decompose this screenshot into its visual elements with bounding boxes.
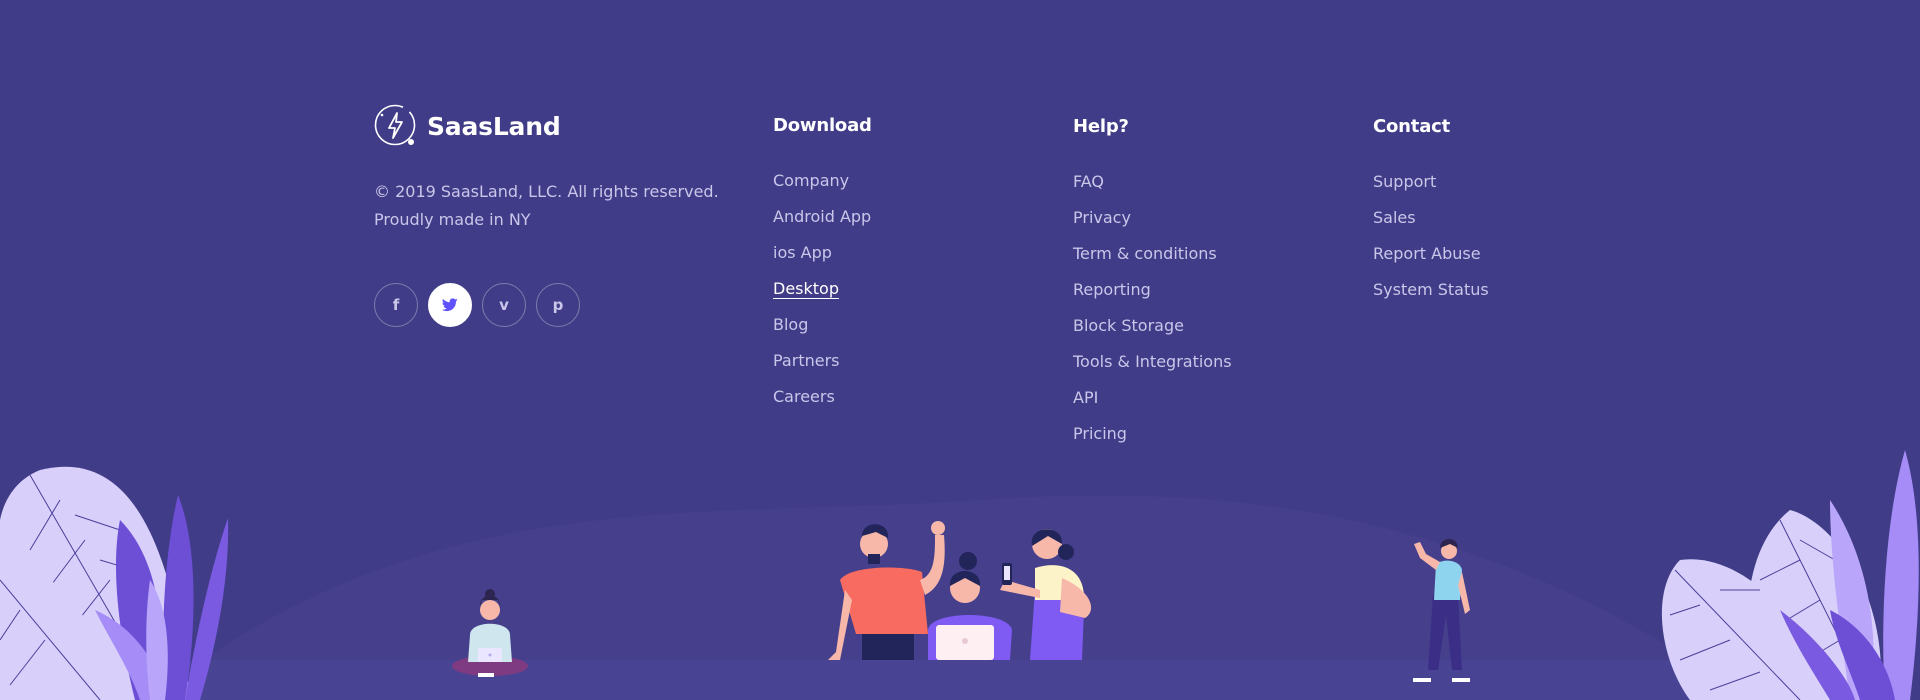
link-text[interactable]: ios App <box>773 243 832 262</box>
vimeo-icon: v <box>499 296 509 314</box>
link-text[interactable]: API <box>1073 388 1098 407</box>
twitter-button[interactable] <box>428 283 472 327</box>
link-text[interactable]: Company <box>773 171 849 190</box>
contact-link-support[interactable]: Support <box>1373 170 1489 206</box>
tagline-text: Proudly made in NY <box>374 210 531 229</box>
facebook-button[interactable]: f <box>374 283 418 327</box>
link-text[interactable]: Reporting <box>1073 280 1151 299</box>
contact-links: Support Sales Report Abuse System Status <box>1373 170 1489 314</box>
download-link-partners[interactable]: Partners <box>773 349 872 385</box>
copyright-block: © 2019 SaasLand, LLC. All rights reserve… <box>374 178 719 234</box>
link-text[interactable]: Careers <box>773 387 835 406</box>
download-link-company[interactable]: Company <box>773 169 872 205</box>
brand-name: SaasLand <box>427 111 561 141</box>
help-column: Help? FAQ Privacy Term & conditions Repo… <box>1073 116 1232 458</box>
right-plant-illustration <box>1661 450 1919 700</box>
pinterest-button[interactable]: p <box>536 283 580 327</box>
help-link-faq[interactable]: FAQ <box>1073 170 1232 206</box>
contact-column: Contact Support Sales Report Abuse Syste… <box>1373 116 1489 314</box>
download-link-ios-app[interactable]: ios App <box>773 241 872 277</box>
help-link-privacy[interactable]: Privacy <box>1073 206 1232 242</box>
download-links: Company Android App ios App Desktop Blog… <box>773 169 872 421</box>
help-link-tools-integrations[interactable]: Tools & Integrations <box>1073 350 1232 386</box>
footer: SaasLand © 2019 SaasLand, LLC. All right… <box>0 0 1920 700</box>
link-text[interactable]: Tools & Integrations <box>1073 352 1232 371</box>
twitter-icon <box>442 298 458 312</box>
link-text[interactable]: Report Abuse <box>1373 244 1481 263</box>
link-text[interactable]: Android App <box>773 207 871 226</box>
download-link-desktop[interactable]: Desktop <box>773 277 872 313</box>
link-text[interactable]: Term & conditions <box>1073 244 1217 263</box>
download-link-careers[interactable]: Careers <box>773 385 872 421</box>
link-text[interactable]: Partners <box>773 351 839 370</box>
link-text[interactable]: Privacy <box>1073 208 1131 227</box>
link-text[interactable]: System Status <box>1373 280 1489 299</box>
contact-link-system-status[interactable]: System Status <box>1373 278 1489 314</box>
help-heading: Help? <box>1073 116 1129 137</box>
lightning-bolt-circle-icon <box>374 104 416 146</box>
link-text[interactable]: FAQ <box>1073 172 1104 191</box>
help-link-block-storage[interactable]: Block Storage <box>1073 314 1232 350</box>
help-link-reporting[interactable]: Reporting <box>1073 278 1232 314</box>
contact-link-report-abuse[interactable]: Report Abuse <box>1373 242 1489 278</box>
social-links: f v p <box>374 283 580 327</box>
vimeo-button[interactable]: v <box>482 283 526 327</box>
facebook-icon: f <box>392 296 400 314</box>
download-heading: Download <box>773 115 872 136</box>
contact-heading: Contact <box>1373 116 1451 137</box>
link-text[interactable]: Desktop <box>773 279 839 298</box>
link-text[interactable]: Support <box>1373 172 1436 191</box>
brand[interactable]: SaasLand <box>374 104 561 148</box>
download-column: Download Company Android App ios App Des… <box>773 115 872 421</box>
left-plant-illustration <box>0 466 229 700</box>
help-link-api[interactable]: API <box>1073 386 1232 422</box>
link-text[interactable]: Sales <box>1373 208 1416 227</box>
download-link-blog[interactable]: Blog <box>773 313 872 349</box>
download-link-android-app[interactable]: Android App <box>773 205 872 241</box>
link-text[interactable]: Block Storage <box>1073 316 1184 335</box>
link-text[interactable]: Blog <box>773 315 808 334</box>
ground-strip <box>180 660 1740 700</box>
contact-link-sales[interactable]: Sales <box>1373 206 1489 242</box>
footer-illustration <box>0 450 1919 700</box>
copyright-text: © 2019 SaasLand, LLC. All rights reserve… <box>374 182 719 201</box>
help-links: FAQ Privacy Term & conditions Reporting … <box>1073 170 1232 458</box>
help-link-terms[interactable]: Term & conditions <box>1073 242 1232 278</box>
pinterest-icon: p <box>552 296 564 314</box>
